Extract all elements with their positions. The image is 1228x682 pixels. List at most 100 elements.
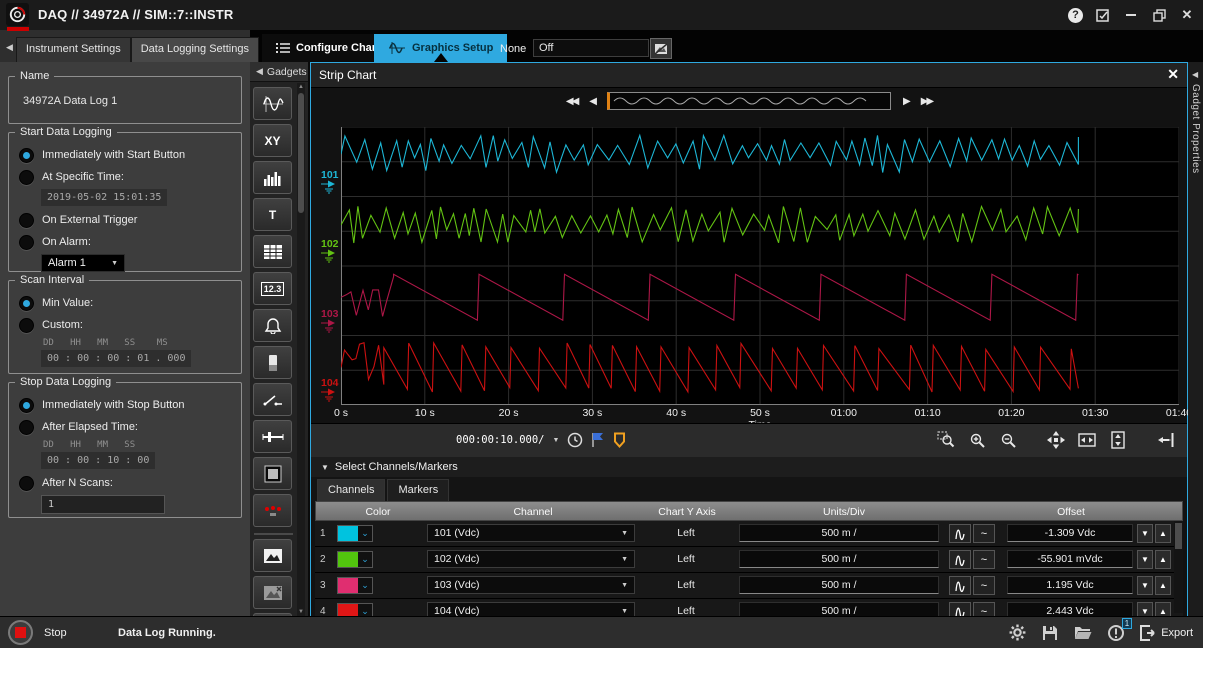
start-immediately-option[interactable]: Immediately with Start Button bbox=[19, 147, 241, 163]
tab-graphics-setup[interactable]: Graphics Setup bbox=[374, 34, 507, 62]
offset-down-button[interactable]: ▼ bbox=[1137, 550, 1153, 569]
channel-marker-101[interactable]: 101 bbox=[321, 171, 341, 196]
offset-field[interactable]: 1.195 Vdc bbox=[1007, 576, 1133, 594]
n-scans-field[interactable]: 1 bbox=[41, 495, 165, 514]
alerts-button[interactable]: 1 bbox=[1108, 625, 1124, 641]
elapsed-time-field[interactable]: 00 : 00 : 10 : 00 bbox=[41, 452, 155, 469]
radio-button[interactable] bbox=[19, 398, 34, 413]
tab-channels[interactable]: Channels bbox=[317, 479, 385, 501]
switch-gadget-button[interactable] bbox=[253, 383, 292, 416]
offset-up-button[interactable]: ▲ bbox=[1155, 524, 1171, 543]
units-per-div-field[interactable]: 500 m / bbox=[739, 550, 939, 568]
alarm-gadget-button[interactable] bbox=[253, 309, 292, 342]
clock-icon[interactable] bbox=[567, 432, 583, 448]
radio-button[interactable] bbox=[19, 170, 34, 185]
stop-button[interactable] bbox=[8, 620, 33, 645]
radio-button[interactable] bbox=[19, 213, 34, 228]
radio-button[interactable] bbox=[19, 148, 34, 163]
units-per-div-field[interactable]: 500 m / bbox=[739, 524, 939, 542]
strip-chart-header[interactable]: Strip Chart ✕ bbox=[311, 63, 1187, 88]
alarm-select[interactable]: Alarm 1 ▼ bbox=[41, 254, 125, 272]
color-swatch-dropdown[interactable]: ⌄ bbox=[337, 525, 373, 542]
start-external-trigger-option[interactable]: On External Trigger bbox=[19, 212, 241, 228]
feedback-button[interactable] bbox=[1095, 7, 1111, 23]
offset-field[interactable]: -55.901 mVdc bbox=[1007, 550, 1133, 568]
ac-coupling-button[interactable]: ~ bbox=[973, 576, 995, 595]
help-button[interactable]: ? bbox=[1068, 8, 1083, 23]
jump-start-button[interactable]: ◀◀ bbox=[566, 96, 577, 107]
stop-after-n-scans-option[interactable]: After N Scans: bbox=[19, 475, 241, 491]
save-button[interactable] bbox=[1042, 625, 1058, 641]
fit-vertical-button[interactable] bbox=[1107, 430, 1129, 450]
annotation-value-input[interactable] bbox=[533, 39, 649, 57]
radio-button[interactable] bbox=[19, 296, 34, 311]
scrollbar-thumb[interactable] bbox=[1175, 523, 1182, 549]
color-swatch-dropdown[interactable]: ⌄ bbox=[337, 551, 373, 568]
gadgets-header[interactable]: ◀ Gadgets bbox=[250, 62, 308, 82]
channel-marker-102[interactable]: 102 bbox=[321, 240, 341, 265]
tab-markers[interactable]: Markers bbox=[387, 479, 449, 501]
settings-button[interactable] bbox=[1009, 624, 1026, 641]
close-gadget-icon[interactable]: ✕ bbox=[1167, 66, 1179, 83]
restore-button[interactable] bbox=[1151, 7, 1167, 23]
units-per-div-field[interactable]: 500 m / bbox=[739, 576, 939, 594]
vertical-slider-gadget-button[interactable] bbox=[253, 346, 292, 379]
open-button[interactable] bbox=[1074, 625, 1092, 640]
export-button[interactable]: Export bbox=[1140, 625, 1193, 641]
shield-marker-icon[interactable] bbox=[613, 432, 626, 448]
horizontal-slider-gadget-button[interactable] bbox=[253, 420, 292, 453]
scrollbar-thumb[interactable] bbox=[298, 93, 304, 213]
radio-button[interactable] bbox=[19, 420, 34, 435]
step-back-button[interactable]: ◀ bbox=[589, 96, 595, 107]
zoom-out-button[interactable] bbox=[997, 430, 1019, 450]
gadget-properties-strip[interactable]: ◀ Gadget Properties bbox=[1188, 62, 1203, 617]
offset-up-button[interactable]: ▲ bbox=[1155, 576, 1171, 595]
start-on-alarm-option[interactable]: On Alarm: bbox=[19, 234, 241, 250]
minimize-button[interactable] bbox=[1123, 7, 1139, 23]
table-gadget-button[interactable] bbox=[253, 235, 292, 268]
tab-data-logging-settings[interactable]: Data Logging Settings bbox=[131, 37, 259, 62]
channel-select[interactable]: 101 (Vdc)▼ bbox=[427, 524, 635, 542]
jump-end-button[interactable]: ▶▶ bbox=[921, 96, 932, 107]
scan-interval-field[interactable]: 00 : 00 : 00 : 01 . 000 bbox=[41, 350, 191, 367]
stop-immediately-option[interactable]: Immediately with Stop Button bbox=[19, 397, 241, 413]
channel-marker-103[interactable]: 103 bbox=[321, 310, 341, 335]
zoom-box-button[interactable] bbox=[935, 430, 957, 450]
collapse-left-icon[interactable]: ◀ bbox=[6, 42, 13, 53]
datalog-name-value[interactable]: 34972A Data Log 1 bbox=[23, 95, 241, 107]
channel-marker-104[interactable]: 104 bbox=[321, 379, 341, 404]
number-readout-gadget-button[interactable]: 12.3 bbox=[253, 272, 292, 305]
flag-marker-icon[interactable] bbox=[591, 432, 605, 448]
time-per-div-value[interactable]: 000:00:10.000/ bbox=[456, 434, 545, 446]
scroll-up-icon[interactable]: ▲ bbox=[297, 83, 305, 92]
radio-button[interactable] bbox=[19, 235, 34, 250]
radio-button[interactable] bbox=[19, 318, 34, 333]
tab-instrument-settings[interactable]: Instrument Settings bbox=[16, 37, 131, 62]
offset-field[interactable]: -1.309 Vdc bbox=[1007, 524, 1133, 542]
chevron-down-icon[interactable]: ▼ bbox=[553, 437, 560, 444]
scan-custom-option[interactable]: Custom: bbox=[19, 317, 241, 333]
strip-chart-gadget-button[interactable] bbox=[253, 87, 292, 120]
close-button[interactable]: ✕ bbox=[1179, 7, 1195, 23]
text-gadget-button[interactable]: T bbox=[253, 198, 292, 231]
gadgets-scrollbar[interactable]: ▲ ▼ bbox=[297, 83, 305, 617]
led-indicator-gadget-button[interactable] bbox=[253, 494, 292, 527]
image-gadget-button[interactable] bbox=[253, 539, 292, 572]
autoscale-button[interactable] bbox=[1155, 430, 1177, 450]
select-channels-bar[interactable]: ▼ Select Channels/Markers bbox=[311, 457, 1187, 478]
chart-canvas[interactable] bbox=[341, 127, 1179, 405]
channel-select[interactable]: 103 (Vdc)▼ bbox=[427, 576, 635, 594]
start-at-time-option[interactable]: At Specific Time: bbox=[19, 169, 241, 185]
offset-up-button[interactable]: ▲ bbox=[1155, 550, 1171, 569]
histogram-gadget-button[interactable] bbox=[253, 161, 292, 194]
fit-horizontal-button[interactable] bbox=[1076, 430, 1098, 450]
autoscale-channel-button[interactable] bbox=[949, 550, 971, 569]
radio-button[interactable] bbox=[19, 476, 34, 491]
image-disabled-gadget-button[interactable] bbox=[253, 576, 292, 609]
fit-all-button[interactable] bbox=[1045, 430, 1067, 450]
xy-chart-gadget-button[interactable]: XY bbox=[253, 124, 292, 157]
scan-min-value-option[interactable]: Min Value: bbox=[19, 295, 241, 311]
color-swatch-dropdown[interactable]: ⌄ bbox=[337, 577, 373, 594]
offset-down-button[interactable]: ▼ bbox=[1137, 524, 1153, 543]
stop-elapsed-time-option[interactable]: After Elapsed Time: bbox=[19, 419, 241, 435]
